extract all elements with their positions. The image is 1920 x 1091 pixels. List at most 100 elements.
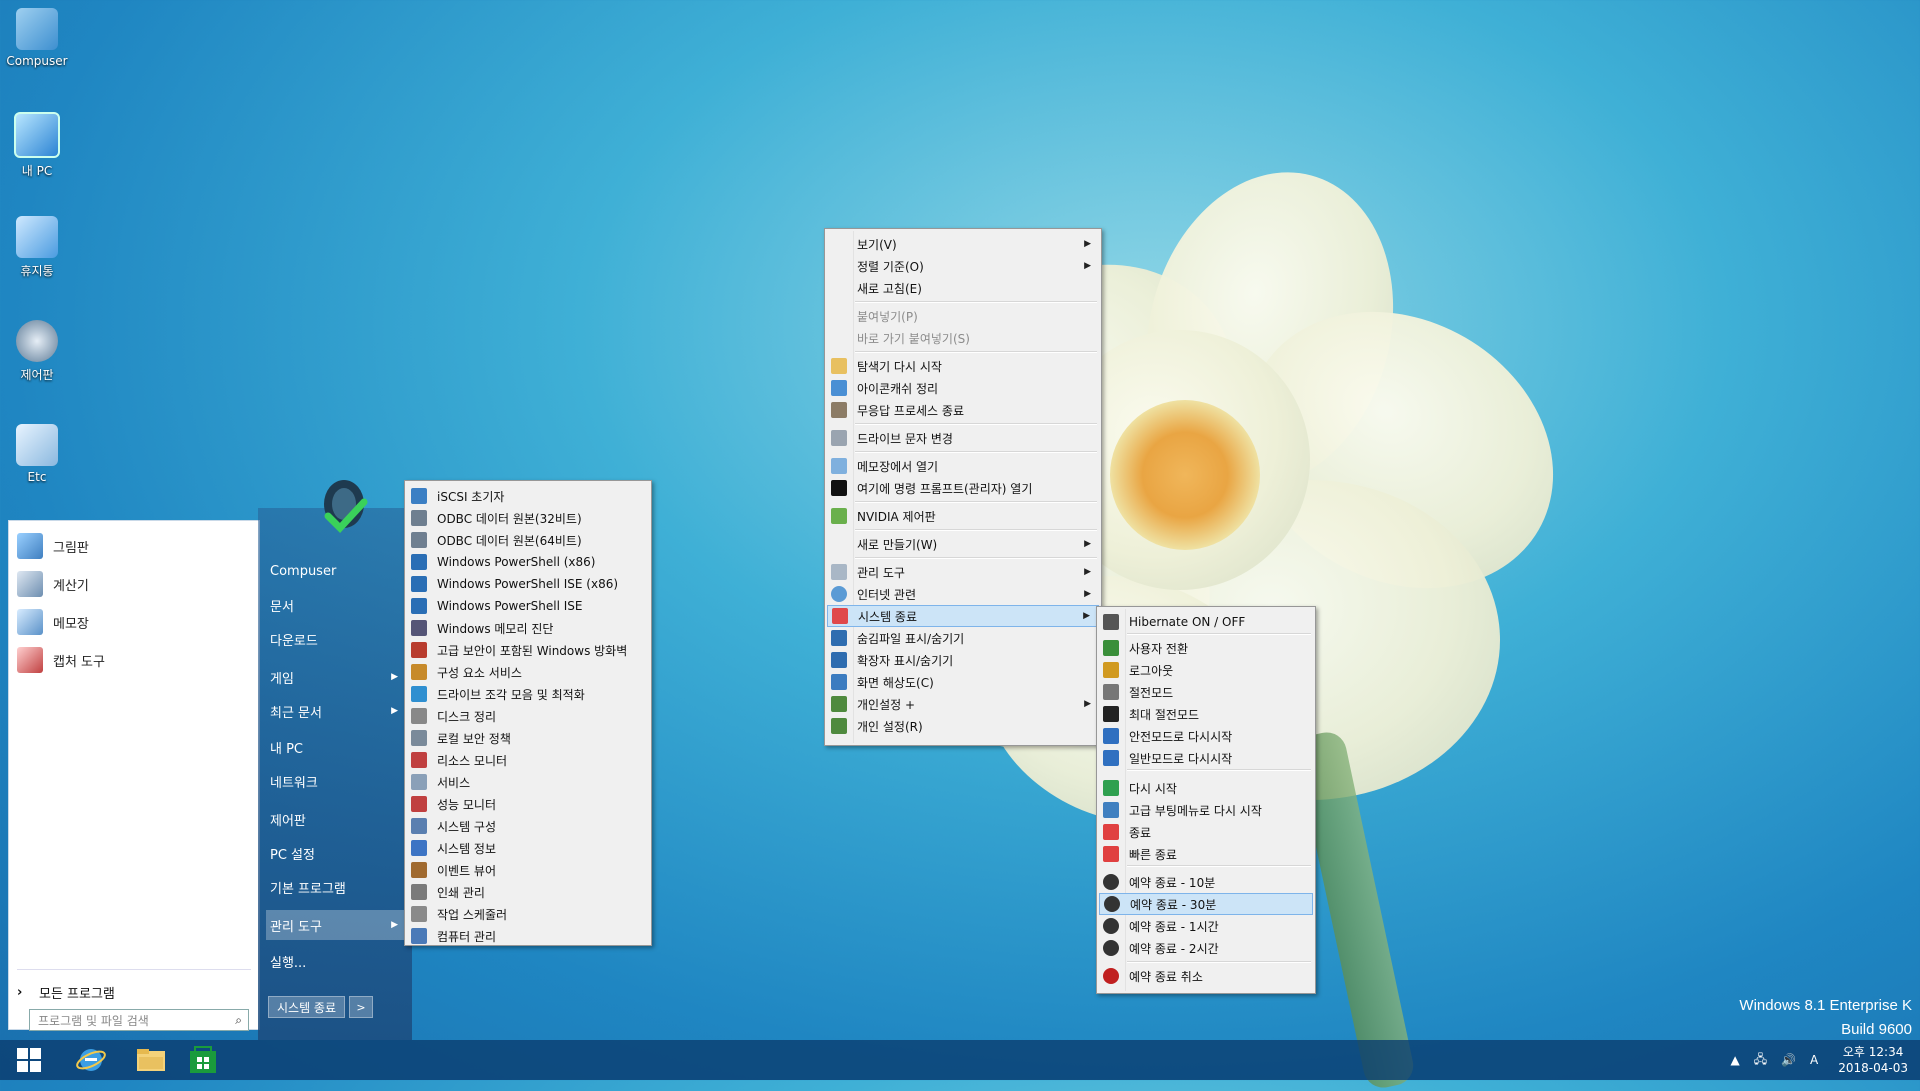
taskbar-file-explorer[interactable] xyxy=(122,1040,180,1080)
admin-tool-item[interactable]: 시스템 정보 xyxy=(407,837,649,859)
menu-item-hidden-files[interactable]: 숨김파일 표시/숨기기 xyxy=(827,627,1099,649)
admin-tool-item[interactable]: 서비스 xyxy=(407,771,649,793)
admin-tool-item[interactable]: 드라이브 조각 모음 및 최적화 xyxy=(407,683,649,705)
shutdown-option-item[interactable]: Hibernate ON / OFF xyxy=(1099,611,1313,633)
desktop-icon-recycle-bin[interactable]: 휴지통 xyxy=(6,216,68,279)
program-notepad[interactable]: 메모장 xyxy=(17,605,89,639)
menu-item-admin-tools[interactable]: 관리 도구 ▶ xyxy=(827,561,1099,583)
shutdown-button[interactable]: 시스템 종료 xyxy=(268,996,346,1018)
shutdown-option-item[interactable]: 예약 종료 - 30분 xyxy=(1099,893,1313,915)
shutdown-option-item[interactable]: 안전모드로 다시시작 xyxy=(1099,725,1313,747)
admin-tool-item[interactable]: 컴퓨터 관리 xyxy=(407,925,649,947)
menu-item-new[interactable]: 새로 만들기(W) ▶ xyxy=(827,533,1099,555)
menu-item-refresh[interactable]: 새로 고침(E) xyxy=(827,277,1099,299)
admin-tool-item[interactable]: iSCSI 초기자 xyxy=(407,485,649,507)
menu-item-open-cmd[interactable]: 여기에 명령 프롬프트(관리자) 열기 xyxy=(827,477,1099,499)
admin-tool-item[interactable]: 로컬 보안 정책 xyxy=(407,727,649,749)
admin-tool-item[interactable]: Windows PowerShell ISE xyxy=(407,595,649,617)
desktop-icon-etc[interactable]: Etc xyxy=(6,424,68,484)
menu-item-shutdown[interactable]: 시스템 종료 ▶ xyxy=(827,605,1099,627)
admin-tool-item[interactable]: ODBC 데이터 원본(64비트) xyxy=(407,529,649,551)
admin-tool-item[interactable]: 성능 모니터 xyxy=(407,793,649,815)
admin-tool-item[interactable]: 작업 스케줄러 xyxy=(407,903,649,925)
shutdown-options-button[interactable]: > xyxy=(349,996,374,1018)
shutdown-option-item[interactable]: 절전모드 xyxy=(1099,681,1313,703)
start-item-admin-tools[interactable]: 관리 도구 ▶ xyxy=(266,910,404,940)
start-item-network[interactable]: 네트워크 xyxy=(270,766,404,796)
submenu-arrow-icon: ▶ xyxy=(1084,539,1091,549)
taskbar-clock[interactable]: 오후 12:34 2018-04-03 xyxy=(1838,1044,1908,1076)
start-item-this-pc[interactable]: 내 PC xyxy=(270,732,404,762)
start-item-control-panel[interactable]: 제어판 xyxy=(270,804,404,834)
desktop-icon-compuser[interactable]: Compuser xyxy=(6,8,68,68)
start-item-run[interactable]: 실행... xyxy=(270,946,404,976)
start-item-pc-settings[interactable]: PC 설정 xyxy=(270,838,404,868)
admin-tool-item[interactable]: 인쇄 관리 xyxy=(407,881,649,903)
submenu-arrow-icon: ▶ xyxy=(1084,699,1091,709)
menu-item-sort[interactable]: 정렬 기준(O) ▶ xyxy=(827,255,1099,277)
start-item-downloads[interactable]: 다운로드 xyxy=(270,624,404,654)
shutdown-option-item[interactable]: 예약 종료 - 1시간 xyxy=(1099,915,1313,937)
shutdown-option-item[interactable]: 종료 xyxy=(1099,821,1313,843)
start-item-recent-docs[interactable]: 최근 문서 ▶ xyxy=(270,696,404,726)
menu-item-nvidia[interactable]: NVIDIA 제어판 xyxy=(827,505,1099,527)
menu-item-personalize-plus[interactable]: 개인설정 + ▶ xyxy=(827,693,1099,715)
shutdown-option-item[interactable]: 고급 부팅메뉴로 다시 시작 xyxy=(1099,799,1313,821)
program-calculator[interactable]: 계산기 xyxy=(17,567,89,601)
shutdown-option-item[interactable]: 일반모드로 다시시작 xyxy=(1099,747,1313,769)
all-programs-button[interactable]: › 모든 프로그램 xyxy=(17,983,115,1002)
start-item-label: Compuser xyxy=(270,563,337,579)
menu-item-extensions[interactable]: 확장자 표시/숨기기 xyxy=(827,649,1099,671)
start-item-games[interactable]: 게임 ▶ xyxy=(270,662,404,692)
desktop-icon-label: 휴지통 xyxy=(20,264,54,278)
menu-item-icon-cache[interactable]: 아이콘캐쉬 정리 xyxy=(827,377,1099,399)
admin-tool-item[interactable]: 디스크 정리 xyxy=(407,705,649,727)
menu-item-resolution[interactable]: 화면 해상도(C) xyxy=(827,671,1099,693)
menu-item-kill-hung[interactable]: 무응답 프로세스 종료 xyxy=(827,399,1099,421)
admin-tool-item[interactable]: Windows 메모리 진단 xyxy=(407,617,649,639)
desktop-icon-label: 내 PC xyxy=(21,164,53,178)
menu-item-drive-letter[interactable]: 드라이브 문자 변경 xyxy=(827,427,1099,449)
ime-indicator[interactable]: A xyxy=(1810,1053,1818,1067)
admin-tool-item[interactable]: ODBC 데이터 원본(32비트) xyxy=(407,507,649,529)
menu-item-restart-explorer[interactable]: 탐색기 다시 시작 xyxy=(827,355,1099,377)
menu-item-internet[interactable]: 인터넷 관련 ▶ xyxy=(827,583,1099,605)
start-item-compuser[interactable]: Compuser xyxy=(270,556,404,586)
shutdown-option-item[interactable]: 예약 종료 - 10분 xyxy=(1099,871,1313,893)
menu-item-label: 드라이브 문자 변경 xyxy=(857,431,953,446)
admin-tool-item[interactable]: 고급 보안이 포함된 Windows 방화벽 xyxy=(407,639,649,661)
admin-tool-item[interactable]: 시스템 구성 xyxy=(407,815,649,837)
start-item-default-programs[interactable]: 기본 프로그램 xyxy=(270,872,404,902)
program-paint[interactable]: 그림판 xyxy=(17,529,89,563)
menu-item-open-notepad[interactable]: 메모장에서 열기 xyxy=(827,455,1099,477)
volume-icon[interactable]: 🔊 xyxy=(1781,1053,1796,1067)
shutdown-option-item[interactable]: 예약 종료 취소 xyxy=(1099,965,1313,987)
menu-item-paste-shortcut[interactable]: 바로 가기 붙여넣기(S) xyxy=(827,327,1099,349)
menu-item-view[interactable]: 보기(V) ▶ xyxy=(827,233,1099,255)
desktop-icon-control-panel[interactable]: 제어판 xyxy=(6,320,68,383)
admin-tool-item[interactable]: Windows PowerShell ISE (x86) xyxy=(407,573,649,595)
user-picture[interactable] xyxy=(314,478,374,538)
shutdown-option-item[interactable]: 사용자 전환 xyxy=(1099,637,1313,659)
taskbar-internet-explorer[interactable] xyxy=(62,1040,120,1080)
shutdown-option-item[interactable]: 빠른 종료 xyxy=(1099,843,1313,865)
admin-tool-item[interactable]: 리소스 모니터 xyxy=(407,749,649,771)
network-icon[interactable]: 🖧 xyxy=(1754,1050,1767,1071)
tray-overflow-chevron-up-icon[interactable]: ▲ xyxy=(1730,1053,1739,1067)
menu-item-personalize[interactable]: 개인 설정(R) xyxy=(827,715,1099,737)
menu-item-paste[interactable]: 붙여넣기(P) xyxy=(827,305,1099,327)
shutdown-option-item[interactable]: 최대 절전모드 xyxy=(1099,703,1313,725)
logout-icon xyxy=(1103,662,1119,678)
search-input[interactable]: 프로그램 및 파일 검색 ⌕ xyxy=(29,1009,249,1031)
start-item-documents[interactable]: 문서 xyxy=(270,590,404,620)
admin-tool-item[interactable]: Windows PowerShell (x86) xyxy=(407,551,649,573)
shutdown-option-item[interactable]: 로그아웃 xyxy=(1099,659,1313,681)
desktop-icon-this-pc[interactable]: 내 PC xyxy=(6,112,68,179)
admin-tool-item[interactable]: 구성 요소 서비스 xyxy=(407,661,649,683)
program-snipping-tool[interactable]: 캡처 도구 xyxy=(17,643,105,677)
start-button[interactable] xyxy=(0,1040,58,1080)
shutdown-option-item[interactable]: 예약 종료 - 2시간 xyxy=(1099,937,1313,959)
shutdown-option-item[interactable]: 다시 시작 xyxy=(1099,777,1313,799)
admin-tool-item[interactable]: 이벤트 뷰어 xyxy=(407,859,649,881)
taskbar-store[interactable] xyxy=(174,1040,232,1080)
